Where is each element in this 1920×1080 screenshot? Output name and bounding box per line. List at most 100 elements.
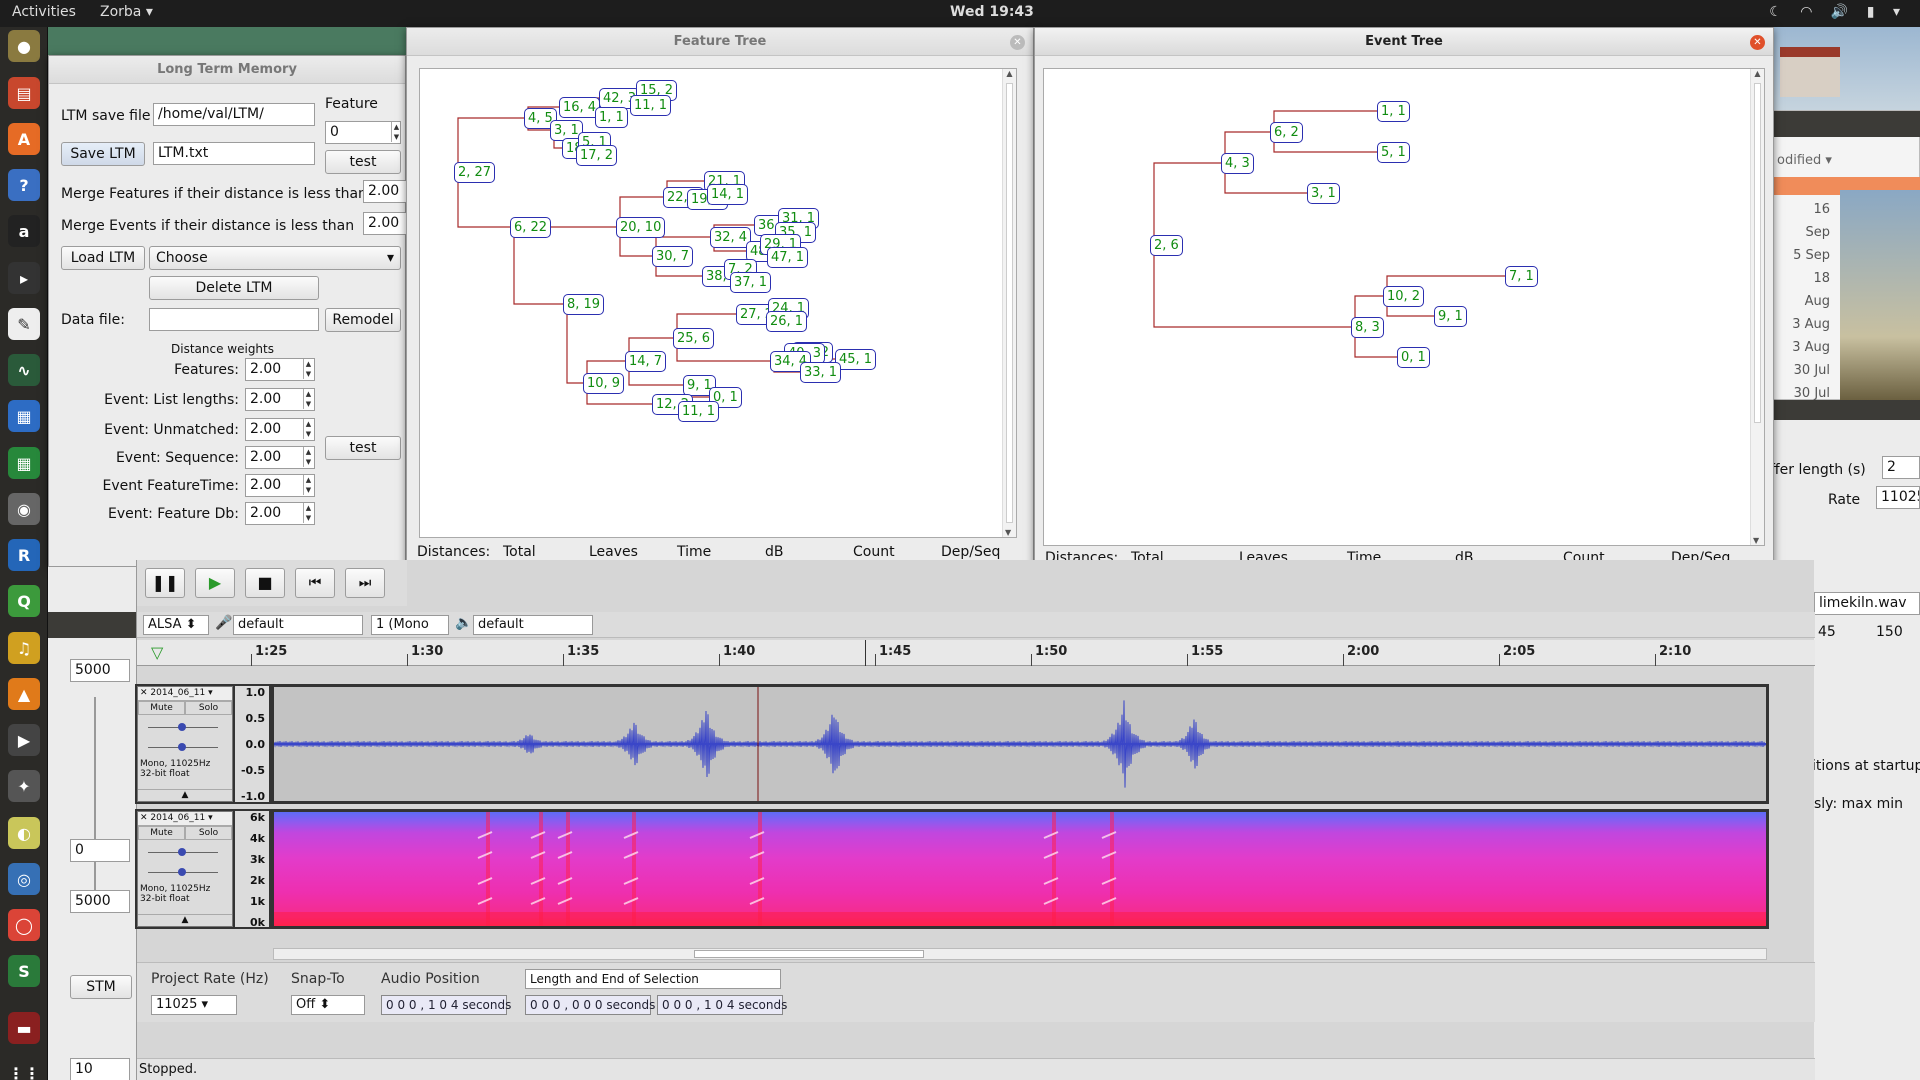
ltm-titlebar[interactable]: Long Term Memory <box>49 56 405 84</box>
skip-start-button[interactable]: ⏮ <box>295 568 335 598</box>
scroll-up-icon[interactable]: ▲ <box>1751 69 1764 78</box>
scroll-down-icon[interactable]: ▼ <box>1005 528 1011 537</box>
remodel-button[interactable]: Remodel <box>325 308 401 332</box>
ltm-save-file-input[interactable]: /home/val/LTM/ <box>153 103 315 126</box>
date-item[interactable]: 3 Aug <box>1790 336 1830 359</box>
weight-spinner[interactable]: ▲ ▼ <box>303 503 313 523</box>
selection-end-field[interactable]: 0 0 0 , 1 0 4 seconds <box>657 995 787 1015</box>
tree-node[interactable]: 6, 2 <box>1270 122 1303 143</box>
audio-position-field[interactable]: 0 0 0 , 1 0 4 seconds <box>381 995 511 1015</box>
vertical-slider[interactable] <box>94 697 96 897</box>
ltm-test-button[interactable]: test <box>325 150 401 174</box>
tree-node[interactable]: 2, 27 <box>454 162 496 183</box>
amazon-icon[interactable]: a <box>8 215 40 247</box>
feature-tree-scrollbar[interactable]: ▲ ▼ <box>1002 69 1016 537</box>
collapse-icon[interactable]: ▲ <box>138 789 232 801</box>
activities-button[interactable]: Activities <box>12 4 76 20</box>
close-icon[interactable]: ✕ <box>1750 35 1765 50</box>
selection-mode-select[interactable]: Length and End of Selection <box>525 969 781 989</box>
r-icon[interactable]: R <box>8 539 40 571</box>
tree-node[interactable]: 32, 4 <box>710 227 752 248</box>
save-ltm-button[interactable]: Save LTM <box>61 142 145 166</box>
qt-icon[interactable]: Q <box>8 585 40 617</box>
tree-node[interactable]: 8, 19 <box>563 294 605 315</box>
merge-events-input[interactable]: 2.00 <box>363 212 407 235</box>
software-icon[interactable]: A <box>8 123 40 155</box>
tree-node[interactable]: 17, 2 <box>576 145 618 166</box>
disk2-icon[interactable]: ◐ <box>8 817 40 849</box>
sort-dropdown[interactable]: odified ▾ <box>1777 153 1832 168</box>
steam-icon[interactable]: ◎ <box>8 863 40 895</box>
event-tree-titlebar[interactable]: Event Tree ✕ <box>1035 28 1773 56</box>
writer-icon[interactable]: ▦ <box>8 400 40 432</box>
tree-node[interactable]: 9, 1 <box>1434 306 1467 327</box>
solo-button[interactable]: Solo <box>185 701 232 715</box>
project-rate-select[interactable]: 11025 ▾ <box>151 995 237 1015</box>
load-ltm-button[interactable]: Load LTM <box>61 246 145 270</box>
tree-node[interactable]: 33, 1 <box>800 362 842 383</box>
app-menu[interactable]: Zorba ▾ <box>100 4 153 20</box>
tree-node[interactable]: 4, 3 <box>1221 153 1254 174</box>
tree-node[interactable]: 30, 7 <box>652 246 694 267</box>
delete-ltm-button[interactable]: Delete LTM <box>149 276 319 300</box>
playback-device-select[interactable]: default <box>473 615 593 635</box>
vlc-icon[interactable]: ▲ <box>8 678 40 710</box>
ltm-test2-button[interactable]: test <box>325 436 401 460</box>
disk-icon[interactable]: ● <box>8 30 40 62</box>
terminal-icon[interactable]: ▸ <box>8 262 40 294</box>
buffer-length-field[interactable]: 2 <box>1882 456 1920 479</box>
chrome-icon[interactable]: ◯ <box>8 909 40 941</box>
tree-node[interactable]: 2, 6 <box>1150 235 1183 256</box>
feature-spinner[interactable]: ▲ ▼ <box>391 122 401 142</box>
scroll-up-icon[interactable]: ▲ <box>1003 69 1016 78</box>
system-tray[interactable]: ☾ ◠ 🔊 ▮ ▾ <box>1755 4 1900 20</box>
tree-node[interactable]: 7, 1 <box>1505 266 1538 287</box>
mute-button[interactable]: Mute <box>138 701 185 715</box>
tree-node[interactable]: 10, 2 <box>1383 286 1425 307</box>
weight-spinner[interactable]: ▲ ▼ <box>303 359 313 379</box>
close-icon[interactable]: ✕ <box>1010 35 1025 50</box>
camera-icon[interactable]: ◉ <box>8 493 40 525</box>
feature-input[interactable]: 0 <box>325 121 401 144</box>
stop-button[interactable]: ■ <box>245 568 285 598</box>
spectrogram[interactable] <box>273 811 1767 927</box>
choose-dropdown[interactable]: Choose ▾ <box>149 246 401 270</box>
tree-node[interactable]: 45, 1 <box>835 349 877 370</box>
rate-field[interactable]: 11025 <box>1876 486 1920 509</box>
weight-spinner[interactable]: ▲ ▼ <box>303 389 313 409</box>
snap-to-select[interactable]: Off ⬍ <box>291 995 365 1015</box>
date-item[interactable]: 3 Aug <box>1790 313 1830 336</box>
timeline-play-icon[interactable]: ▽ <box>151 643 163 662</box>
weight-spinner[interactable]: ▲ ▼ <box>303 447 313 467</box>
merge-features-input[interactable]: 2.00 <box>363 180 407 203</box>
feature-tree-canvas[interactable]: 2, 274, 516, 442, 315, 211, 11, 13, 118,… <box>419 68 1017 538</box>
tree-node[interactable]: 1, 1 <box>1377 101 1410 122</box>
value-field-2[interactable]: 0 <box>70 839 130 862</box>
tree-node[interactable]: 47, 1 <box>767 247 809 268</box>
tree-node[interactable]: 3, 1 <box>1307 183 1340 204</box>
date-item[interactable]: 16 Sep <box>1790 198 1830 244</box>
date-item[interactable]: 30 Jul <box>1790 359 1830 382</box>
monitor-icon[interactable]: ∿ <box>8 354 40 386</box>
scroll-thumb[interactable] <box>1754 83 1761 423</box>
editor-icon[interactable]: ✎ <box>8 308 40 340</box>
tree-node[interactable]: 5, 1 <box>1377 142 1410 163</box>
video-icon[interactable]: ▶ <box>8 724 40 756</box>
tree-node[interactable]: 20, 10 <box>616 217 666 238</box>
tree-node[interactable]: 11, 1 <box>678 401 720 422</box>
scroll-down-icon[interactable]: ▼ <box>1753 536 1759 545</box>
headphones-icon[interactable]: ♫ <box>8 632 40 664</box>
track-name-bar[interactable]: ✕ 2014_06_11 ▾ <box>138 687 232 701</box>
play-button[interactable]: ▶ <box>195 568 235 598</box>
tree-node[interactable]: 37, 1 <box>730 272 772 293</box>
gain-slider[interactable] <box>138 840 232 862</box>
tree-node[interactable]: 8, 3 <box>1351 317 1384 338</box>
weight-spinner[interactable]: ▲ ▼ <box>303 419 313 439</box>
collapse-icon[interactable]: ▲ <box>138 914 232 926</box>
gain-slider[interactable] <box>138 715 232 737</box>
feature-tree-titlebar[interactable]: Feature Tree ✕ <box>407 28 1033 56</box>
stm-button[interactable]: STM <box>70 975 132 999</box>
value-field-4[interactable]: 10 <box>70 1058 130 1080</box>
gimp-icon[interactable]: ✦ <box>8 770 40 802</box>
h-scroll-thumb[interactable] <box>694 950 924 958</box>
